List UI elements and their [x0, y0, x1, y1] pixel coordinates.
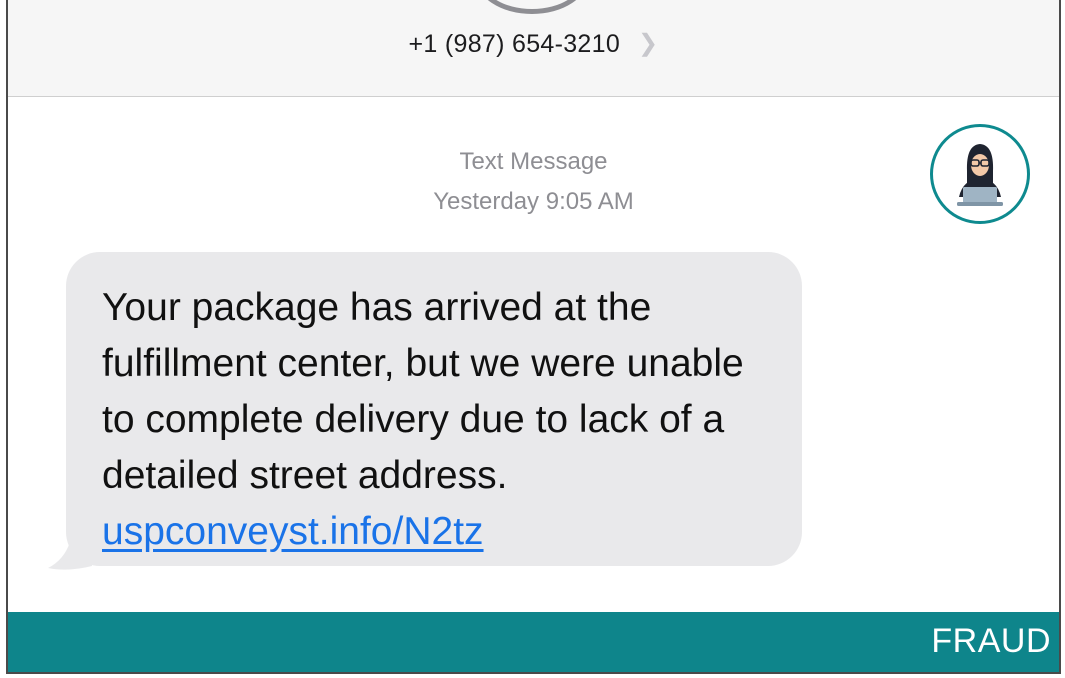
- hacker-icon: [957, 144, 1003, 206]
- conversation-header: +1 (987) 654-3210 ❯: [8, 0, 1059, 97]
- screenshot-frame: +1 (987) 654-3210 ❯ Text Message Yesterda…: [6, 0, 1061, 674]
- message-type-label: Text Message: [459, 148, 608, 175]
- message-meta: Text Message Yesterday 9:05 AM: [8, 142, 1059, 222]
- contact-avatar[interactable]: [475, 0, 589, 14]
- incoming-message: Your package has arrived at the fulfillm…: [46, 252, 806, 572]
- message-timestamp: Yesterday 9:05 AM: [433, 188, 634, 215]
- hacker-badge: [930, 124, 1030, 224]
- chevron-right-icon: ❯: [638, 30, 659, 57]
- contact-number: +1 (987) 654-3210: [408, 30, 621, 58]
- message-link[interactable]: uspconveyst.info/N2tz: [102, 510, 484, 553]
- message-text: Your package has arrived at the fulfillm…: [102, 286, 744, 497]
- contact-details-link[interactable]: +1 (987) 654-3210 ❯: [8, 30, 1059, 59]
- message-bubble[interactable]: Your package has arrived at the fulfillm…: [66, 252, 802, 566]
- fraud-banner: FRAUD: [8, 612, 1059, 672]
- fraud-label: FRAUD: [931, 622, 1051, 660]
